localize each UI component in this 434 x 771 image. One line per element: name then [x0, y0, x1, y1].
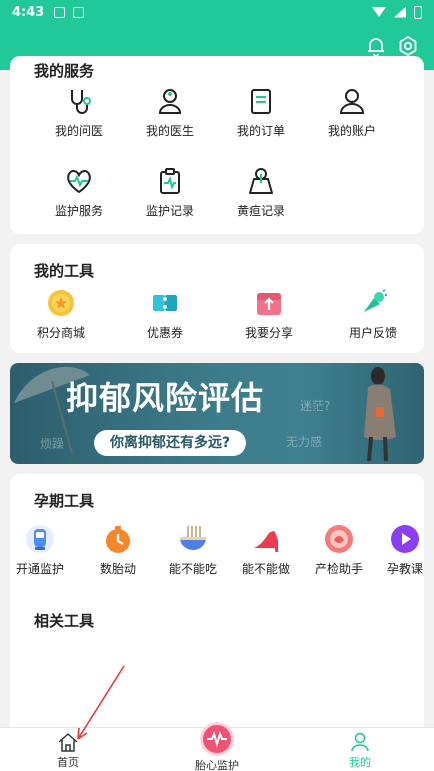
service-label: 我的医生	[145, 124, 194, 138]
jaundice-icon	[249, 168, 273, 194]
account-icon	[339, 89, 365, 114]
related-tools-title: 相关工具	[34, 612, 95, 630]
banner-title: 抑郁风险评估	[66, 379, 265, 417]
bell-icon[interactable]	[364, 34, 388, 58]
banner-subtitle: 你离抑郁还有多远?	[94, 430, 247, 456]
tab-home-label: 首页	[57, 756, 79, 769]
tool-coupons[interactable]: 优惠券	[120, 288, 210, 341]
pregnancy-can-eat[interactable]: 能不能吃	[153, 524, 233, 577]
status-time: 4:43	[12, 4, 45, 20]
tab-home[interactable]: 首页	[28, 732, 108, 770]
tool-label: 我要分享	[244, 326, 293, 340]
service-my-orders[interactable]: 我的订单	[216, 86, 306, 139]
pregnancy-can-do[interactable]: 能不能做	[226, 524, 306, 577]
tab-mine-label: 我的	[349, 756, 371, 769]
pregnancy-kick-count[interactable]: 数胎动	[78, 524, 158, 577]
tab-mine[interactable]: 我的	[320, 732, 400, 770]
service-label: 监护服务	[54, 204, 103, 218]
pregnancy-open-monitor[interactable]: 开通监护	[0, 524, 80, 577]
user-icon	[351, 732, 369, 752]
pregnancy-tools-title: 孕期工具	[34, 492, 95, 510]
app-notification-icon	[73, 6, 85, 18]
pregnancy-checkup-assistant[interactable]: 产检助手	[299, 524, 379, 577]
service-my-consult[interactable]: 我的问医	[34, 86, 124, 139]
depression-assessment-banner[interactable]: 烦躁 迷茫? 无力感 抑郁风险评估 你离抑郁还有多远?	[10, 363, 424, 464]
tools-title: 我的工具	[34, 262, 95, 280]
tool-label: 积分商城	[36, 326, 85, 340]
status-bar: 4:43	[0, 0, 434, 24]
services-title: 我的服务	[34, 62, 95, 80]
service-monitor-records[interactable]: 监护记录	[125, 166, 215, 219]
home-icon	[58, 733, 78, 752]
play-icon	[391, 525, 419, 553]
tab-fetal-label: 胎心监护	[195, 759, 239, 771]
pregnancy-tool-label: 能不能做	[241, 562, 290, 576]
coupon-icon	[153, 295, 177, 311]
fetal-monitor-button[interactable]	[200, 722, 234, 756]
service-jaundice-records[interactable]: 黄疸记录	[216, 166, 306, 219]
timer-icon	[106, 526, 130, 553]
pregnancy-tool-label: 孕教课	[386, 562, 423, 576]
services-card: 我的服务 我的问医 我的医生 我的订单 我的账户 监护服务 监护记录 黄疸记录	[10, 56, 424, 234]
high-heel-icon	[254, 531, 279, 553]
banner-ghost-text: 迷茫?	[300, 399, 331, 413]
service-label: 我的问医	[54, 124, 103, 138]
service-label: 我的订单	[236, 124, 285, 138]
service-my-account[interactable]: 我的账户	[307, 86, 397, 139]
service-my-doctor[interactable]: 我的医生	[125, 86, 215, 139]
heart-monitor-icon	[67, 170, 91, 194]
image-notification-icon	[54, 6, 66, 18]
pregnancy-tool-label: 能不能吃	[168, 562, 217, 576]
settings-icon[interactable]	[396, 34, 420, 58]
pregnancy-class[interactable]: 孕教课	[370, 524, 434, 577]
share-icon	[257, 293, 281, 315]
pregnancy-tool-label: 开通监护	[15, 562, 64, 576]
service-label: 监护记录	[145, 204, 194, 218]
banner-ghost-text: 无力感	[286, 435, 323, 449]
person-illustration	[364, 367, 396, 462]
stethoscope-icon	[71, 90, 91, 114]
heartbeat-icon	[207, 730, 227, 748]
star-coin-icon	[48, 290, 74, 316]
tool-label: 用户反馈	[348, 326, 397, 340]
service-label: 我的账户	[327, 124, 376, 138]
pregnancy-tool-label: 数胎动	[99, 562, 136, 576]
wifi-icon	[372, 7, 386, 17]
monitor-device-icon	[26, 525, 54, 553]
feedback-icon	[364, 289, 387, 312]
doctor-icon	[158, 89, 182, 114]
signal-icon	[394, 6, 406, 18]
service-monitor[interactable]: 监护服务	[34, 166, 124, 219]
tool-label: 优惠券	[146, 326, 183, 340]
banner-ghost-text: 烦躁	[40, 437, 65, 451]
tool-share[interactable]: 我要分享	[224, 288, 314, 341]
pregnancy-tool-label: 产检助手	[314, 562, 363, 576]
order-icon	[251, 89, 271, 114]
battery-icon	[414, 5, 422, 19]
clipboard-icon	[160, 168, 180, 194]
pregnancy-tools-card: 孕期工具 开通监护 数胎动 能不能吃 能不能做 产检助手 孕教课 相关工具	[10, 474, 424, 734]
checkup-icon	[325, 525, 353, 553]
service-label: 黄疸记录	[236, 204, 285, 218]
tool-feedback[interactable]: 用户反馈	[328, 288, 418, 341]
tool-points-mall[interactable]: 积分商城	[16, 288, 106, 341]
tools-card: 我的工具 积分商城 优惠券 我要分享 用户反馈	[10, 244, 424, 353]
food-bowl-icon	[180, 526, 206, 550]
